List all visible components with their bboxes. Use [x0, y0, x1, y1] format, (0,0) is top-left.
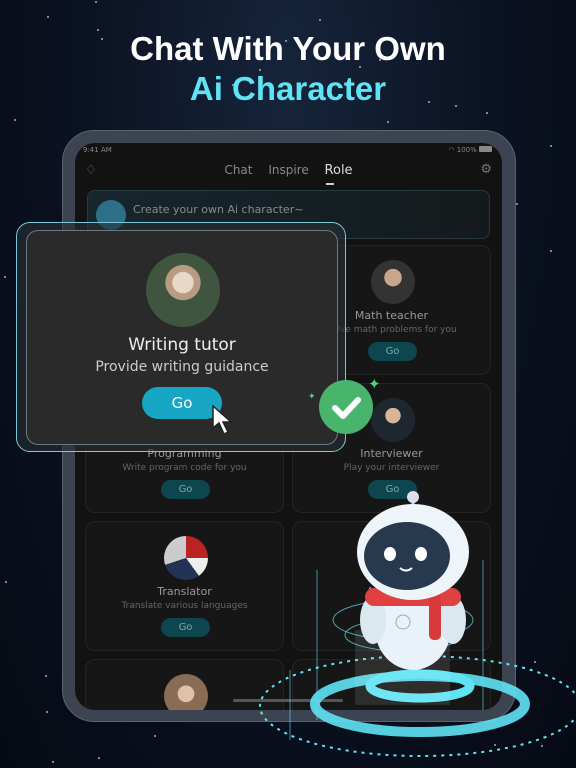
star [98, 756, 101, 759]
popup-go-button[interactable]: Go [142, 387, 222, 419]
headline-line1: Chat With Your Own [130, 30, 446, 67]
star [94, 0, 97, 3]
role-desc: Translate various languages [121, 601, 248, 611]
star [485, 111, 488, 114]
star [319, 18, 322, 21]
popup-role-desc: Provide writing guidance [95, 359, 269, 375]
go-button[interactable]: Go [161, 618, 210, 637]
writing-tutor-avatar [146, 253, 220, 327]
star [47, 16, 50, 19]
tab-inspire[interactable]: Inspire [268, 163, 308, 177]
star [45, 711, 48, 714]
star [387, 121, 390, 124]
star [516, 203, 519, 206]
nav-tabs: Chat Inspire Role [75, 163, 502, 178]
star [550, 145, 553, 148]
success-check-badge [319, 380, 373, 434]
star [51, 760, 54, 763]
tab-chat[interactable]: Chat [224, 163, 252, 177]
avatar [164, 674, 208, 710]
settings-gear-icon[interactable]: ⚙ [480, 162, 492, 177]
active-tab-indicator [326, 183, 334, 185]
avatar [371, 398, 415, 442]
battery-icon [479, 146, 492, 152]
go-button[interactable]: Go [368, 342, 417, 361]
robot-mascot-illustration [259, 491, 576, 757]
star [45, 674, 48, 677]
featured-role-popup[interactable]: Writing tutor Provide writing guidance G… [26, 230, 338, 445]
wifi-icon: ◠ [448, 146, 457, 154]
avatar [371, 260, 415, 304]
sparkle-icon: ✦ [308, 392, 316, 402]
cursor-arrow-icon [212, 404, 233, 436]
role-name: Translator [157, 585, 212, 598]
star [550, 249, 553, 252]
role-desc: Play your interviewer [343, 463, 440, 473]
avatar [164, 536, 208, 580]
tab-role[interactable]: Role [325, 163, 353, 178]
go-button[interactable]: Go [161, 480, 210, 499]
sparkle-icon: ✦ [368, 375, 381, 393]
star [153, 734, 156, 737]
status-time: 9:41 AM [83, 146, 112, 154]
headline-line2: Ai Character [189, 70, 387, 107]
role-desc: Write program code for you [122, 463, 247, 473]
checkmark-icon [332, 397, 361, 419]
star [4, 580, 7, 583]
create-banner-text: Create your own Ai character~ [133, 203, 304, 216]
popup-role-name: Writing tutor [128, 335, 236, 355]
status-battery: ◠ 100% [448, 146, 492, 154]
star [4, 276, 7, 279]
star [14, 118, 17, 121]
